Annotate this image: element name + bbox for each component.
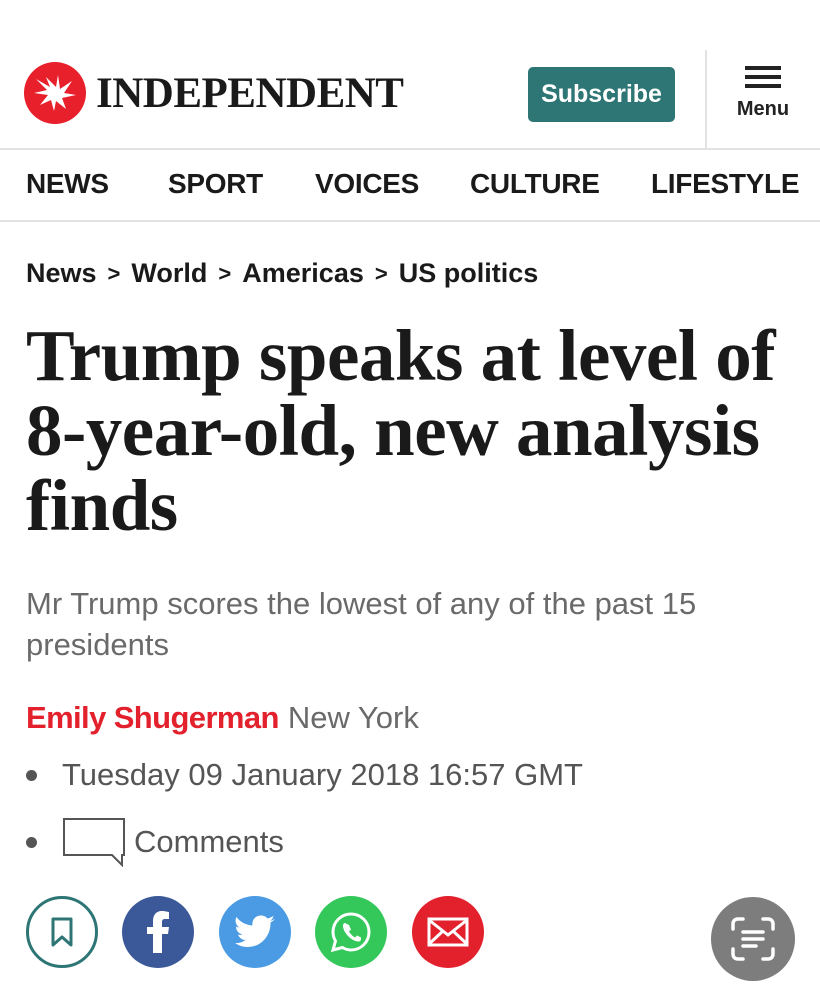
article-headline: Trump speaks at level of 8-year-old, new… [26,315,776,546]
nav-item-news[interactable]: NEWS [26,168,109,200]
bullet-icon [26,769,37,781]
twitter-share-button[interactable] [219,896,291,968]
section-nav: NEWS SPORT VOICES CULTURE LIFESTYLE [0,150,820,222]
comments-link[interactable]: Comments [26,817,284,867]
header-divider [705,50,707,148]
subscribe-button[interactable]: Subscribe [528,67,675,122]
hamburger-icon [745,66,781,88]
publish-date-row: Tuesday 09 January 2018 16:57 GMT [26,757,583,793]
bullet-icon [26,836,37,848]
nav-item-culture[interactable]: CULTURE [470,168,600,200]
menu-label: Menu [736,98,790,120]
facebook-icon [147,911,169,953]
breadcrumb-separator: > [107,260,121,286]
whatsapp-icon [330,912,371,953]
breadcrumb: News > World > Americas > US politics [26,258,538,289]
breadcrumb-americas[interactable]: Americas [242,258,364,289]
email-icon [427,917,469,947]
nav-item-lifestyle[interactable]: LIFESTYLE [651,168,800,200]
site-header: INDEPENDENT Subscribe Menu [0,0,820,150]
author-location: New York [287,700,419,735]
menu-button[interactable]: Menu [730,66,796,128]
comments-label: Comments [134,824,284,859]
twitter-icon [235,915,275,947]
bookmark-button[interactable] [26,896,98,968]
breadcrumb-separator: > [374,260,388,286]
breadcrumb-separator: > [218,260,232,286]
bookmark-icon [51,917,73,947]
eagle-logo-icon [24,62,86,124]
byline: Emily Shugerman New York [26,700,419,736]
whatsapp-share-button[interactable] [315,896,387,968]
publish-date: Tuesday 09 January 2018 16:57 GMT [62,757,583,792]
scan-text-icon [731,917,775,961]
breadcrumb-news[interactable]: News [26,258,97,289]
author-link[interactable]: Emily Shugerman [26,700,279,736]
comment-icon [63,818,125,867]
nav-item-voices[interactable]: VOICES [315,168,419,200]
text-scan-button[interactable] [711,897,795,981]
nav-item-sport[interactable]: SPORT [168,168,263,200]
breadcrumb-us-politics[interactable]: US politics [399,258,539,289]
facebook-share-button[interactable] [122,896,194,968]
independent-logo[interactable]: INDEPENDENT [24,62,404,124]
breadcrumb-world[interactable]: World [131,258,207,289]
article-standfirst: Mr Trump scores the lowest of any of the… [26,586,697,662]
logo-wordmark: INDEPENDENT [96,69,404,117]
email-share-button[interactable] [412,896,484,968]
